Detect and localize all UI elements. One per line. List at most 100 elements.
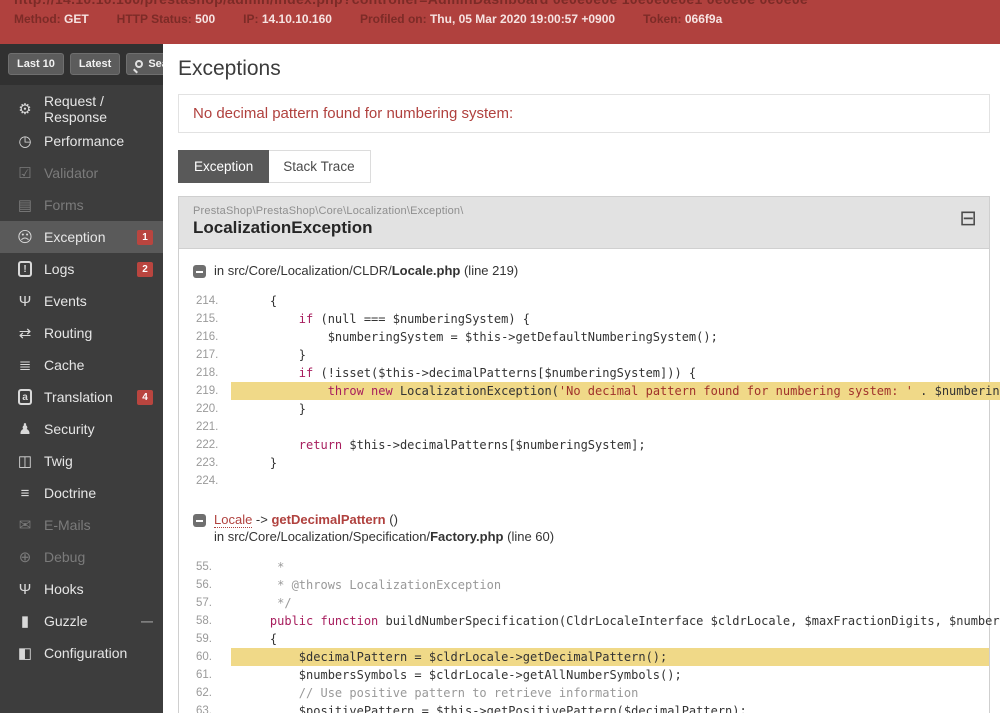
sidebar-item-translation[interactable]: a Translation 4 bbox=[0, 381, 163, 413]
code-text: if (null === $numberingSystem) { bbox=[298, 312, 530, 326]
profiled-url: http://14.10.10.160/prestashop/admin/ind… bbox=[14, 0, 1000, 7]
sidebar-item-events[interactable]: Ψ Events bbox=[0, 285, 163, 317]
sidebar-item-label: Performance bbox=[44, 133, 125, 149]
info-label: IP: bbox=[243, 12, 259, 26]
code-line: 61. $numbersSymbols = $cldrLocale->getAl… bbox=[179, 666, 989, 684]
code-line: 62. // Use positive pattern to retrieve … bbox=[179, 684, 989, 702]
guzzle-icon: ▮ bbox=[20, 613, 30, 630]
code-text: public function buildNumberSpecification… bbox=[269, 614, 1000, 628]
sidebar-item-request-response[interactable]: ⚙ Request / Response bbox=[0, 93, 163, 125]
code-line: 63. $positivePattern = $this->getPositiv… bbox=[179, 702, 989, 713]
sidebar-item-label: Request / Response bbox=[44, 93, 108, 125]
security-icon: ♟ bbox=[18, 421, 32, 438]
sidebar-item-label: Hooks bbox=[44, 581, 84, 597]
profiler-page: http://14.10.10.160/prestashop/admin/ind… bbox=[0, 0, 1000, 713]
sidebar-item-label: Debug bbox=[44, 549, 86, 565]
trace-header-text: Locale -> getDecimalPattern () in src/Cor… bbox=[214, 512, 554, 544]
collapse-trace-icon[interactable] bbox=[193, 265, 206, 278]
code-text: */ bbox=[241, 596, 292, 610]
sidebar-item-guzzle[interactable]: ▮ Guzzle — bbox=[0, 605, 163, 637]
sidebar-item-twig[interactable]: ◫ Twig bbox=[0, 445, 163, 477]
line-number: 224. bbox=[196, 475, 219, 487]
sidebar: Last 10 Latest Search ⚙ Request / Respons… bbox=[0, 44, 195, 713]
exception-message: No decimal pattern found for numbering s… bbox=[193, 105, 514, 122]
info-label: HTTP Status: bbox=[116, 12, 192, 26]
info-pair: HTTP Status: 500 bbox=[117, 12, 216, 26]
code-text: if (!isset($this->decimalPatterns[$numbe… bbox=[298, 366, 697, 380]
sidebar-item-emails: ✉ E-Mails bbox=[0, 509, 163, 541]
guzzle-dash: — bbox=[141, 614, 153, 628]
tab-stack-trace[interactable]: Stack Trace bbox=[268, 151, 369, 182]
code-text: $numbersSymbols = $cldrLocale->getAllNum… bbox=[241, 668, 682, 682]
line-number: 215. bbox=[196, 313, 219, 325]
code-line: 223. } bbox=[179, 454, 989, 472]
sidebar-item-label: Security bbox=[44, 421, 95, 437]
sidebar-item-routing[interactable]: ⇄ Routing bbox=[0, 317, 163, 349]
tab-exception[interactable]: Exception bbox=[178, 150, 270, 183]
sidebar-item-label: Exception bbox=[44, 229, 106, 245]
trace-list: in src/Core/Localization/CLDR/Locale.php… bbox=[179, 249, 1000, 713]
events-icon: Ψ bbox=[18, 292, 32, 310]
sidebar-item-exception[interactable]: ☹ Exception 1 bbox=[0, 221, 163, 253]
info-label: Method: bbox=[14, 12, 61, 26]
line-number: 61. bbox=[196, 669, 212, 681]
code-line: 217. } bbox=[179, 346, 989, 364]
info-value: 14.10.10.160 bbox=[261, 12, 332, 26]
exception-panel: PrestaShop\PrestaShop\Core\Localization\… bbox=[178, 196, 1000, 713]
sidebar-item-label: Configuration bbox=[44, 645, 128, 661]
code-text: // Use positive pattern to retrieve info… bbox=[298, 686, 639, 700]
request-response-icon: ⚙ bbox=[18, 101, 32, 118]
sidebar-item-cache[interactable]: ≣ Cache bbox=[0, 349, 163, 381]
trace-header-text: in src/Core/Localization/CLDR/Locale.php… bbox=[214, 263, 518, 278]
request-info: Method: GET HTTP Status: 500 IP: 14.10.10.… bbox=[14, 12, 1000, 26]
trace-header: Locale -> getDecimalPattern () in src/Cor… bbox=[179, 510, 989, 546]
emails-icon: ✉ bbox=[18, 517, 32, 534]
trace-class-link[interactable]: Locale bbox=[214, 512, 253, 528]
trace-arrow: -> bbox=[252, 512, 272, 527]
twig-icon: ◫ bbox=[17, 453, 33, 470]
line-number: 62. bbox=[196, 687, 212, 699]
configuration-icon: ◧ bbox=[17, 645, 33, 662]
line-number: 63. bbox=[196, 705, 212, 713]
code-line: 219. throw new LocalizationException('No… bbox=[179, 382, 1000, 400]
sidebar-item-logs[interactable]: ! Logs 2 bbox=[0, 253, 163, 285]
code-line: 60. $decimalPattern = $cldrLocale->getDe… bbox=[179, 648, 989, 666]
count-badge: 2 bbox=[137, 261, 153, 277]
sidebar-item-label: Cache bbox=[44, 357, 85, 373]
code-line: 221. bbox=[179, 418, 989, 436]
info-label: Token: bbox=[643, 12, 682, 26]
sidebar-item-performance[interactable]: ◷ Performance bbox=[0, 125, 163, 157]
code-line: 216. $numberingSystem = $this->getDefaul… bbox=[179, 328, 989, 346]
sidebar-nav: ⚙ Request / Response ◷ Performance ☑ Validato… bbox=[0, 93, 163, 669]
line-number: 214. bbox=[196, 295, 219, 307]
info-value: Thu, 05 Mar 2020 19:00:57 +0900 bbox=[429, 12, 616, 26]
latest-button[interactable]: Latest bbox=[69, 53, 121, 75]
collapse-panel-icon[interactable]: ⊟ bbox=[959, 208, 977, 229]
sidebar-item-configuration[interactable]: ◧ Configuration bbox=[0, 637, 163, 669]
debug-icon: ⊕ bbox=[18, 549, 32, 566]
last-10-button[interactable]: Last 10 bbox=[8, 53, 64, 75]
code-text: $positivePattern = $this->getPositivePat… bbox=[241, 704, 747, 713]
info-pair: Method: GET bbox=[14, 12, 89, 26]
line-number: 220. bbox=[196, 403, 219, 415]
tab-bar: Exception Stack Trace bbox=[178, 150, 371, 183]
sidebar-item-label: Events bbox=[44, 293, 87, 309]
sidebar-item-security[interactable]: ♟ Security bbox=[0, 413, 163, 445]
sidebar-item-doctrine[interactable]: ≡ Doctrine bbox=[0, 477, 163, 509]
exception-panel-header: PrestaShop\PrestaShop\Core\Localization\… bbox=[179, 197, 989, 249]
code-line: 222. return $this->decimalPatterns[$numb… bbox=[179, 436, 989, 454]
cache-icon: ≣ bbox=[18, 357, 32, 374]
trace-header: in src/Core/Localization/CLDR/Locale.php… bbox=[179, 261, 989, 280]
code-text: $decimalPattern = $cldrLocale->getDecima… bbox=[231, 648, 989, 666]
collapse-trace-icon[interactable] bbox=[193, 514, 206, 527]
code-text: * bbox=[241, 560, 285, 574]
routing-icon: ⇄ bbox=[18, 325, 32, 342]
sidebar-item-hooks[interactable]: Ψ Hooks bbox=[0, 573, 163, 605]
code-block: 214. {215. if (null === $numberingSystem… bbox=[179, 292, 1000, 490]
sidebar-item-label: Twig bbox=[44, 453, 73, 469]
line-number: 221. bbox=[196, 421, 219, 433]
code-text: } bbox=[241, 456, 278, 470]
sidebar-item-label: Logs bbox=[44, 261, 75, 277]
code-line: 224. bbox=[179, 472, 989, 490]
line-number: 60. bbox=[196, 651, 212, 663]
